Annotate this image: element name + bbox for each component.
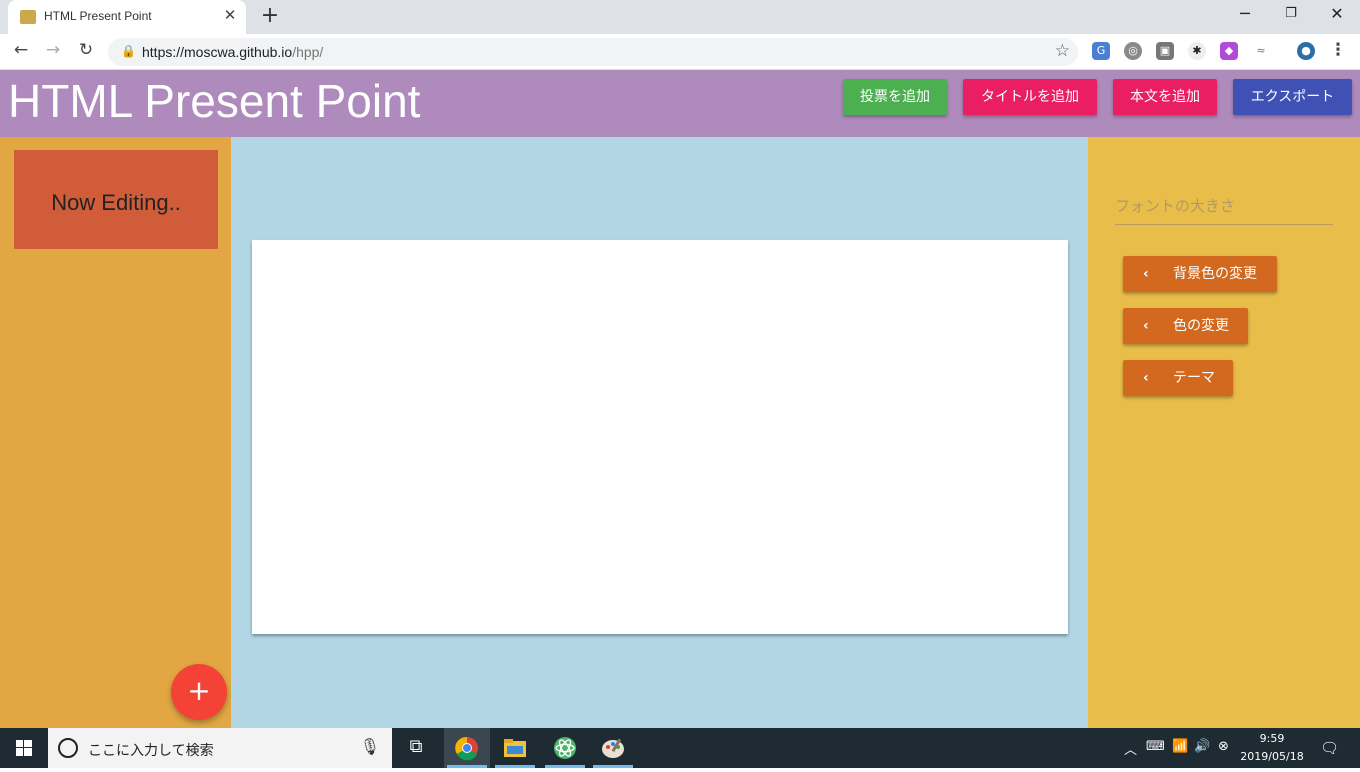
back-icon[interactable]: ← [9, 40, 33, 60]
minimize-icon[interactable]: ─ [1225, 4, 1265, 23]
network-icon[interactable]: 📶 [1172, 739, 1188, 754]
app-header: HTML Present Point 投票を追加 タイトルを追加 本文を追加 エ… [0, 70, 1360, 137]
windows-logo-icon [16, 740, 32, 756]
taskbar: ここに入力して検索 🎙 ⧉ ︿ ⌨ 📶 🔊 ⊗ 9:59 2019/05/18 … [0, 728, 1360, 768]
slide-canvas[interactable] [252, 240, 1068, 634]
add-slide-button[interactable]: + [171, 664, 227, 720]
browser-tab-bar: HTML Present Point ✕ + ─ ❐ ✕ [0, 0, 1360, 34]
font-size-input[interactable]: フォントの大きさ [1115, 189, 1333, 225]
properties-panel: フォントの大きさ ‹ 背景色の変更 ‹ 色の変更 ‹ テーマ [1088, 137, 1360, 728]
bookmark-star-icon[interactable]: ☆ [1055, 41, 1070, 61]
clock-time[interactable]: 9:59 [1242, 732, 1302, 745]
lock-icon: 🔒 [121, 44, 136, 58]
url-text: https://moscwa.github.io/hpp/ [142, 44, 323, 60]
discord-extension-icon[interactable]: ◎ [1124, 42, 1142, 60]
task-view-icon[interactable]: ⧉ [404, 736, 428, 760]
status-x-icon[interactable]: ⊗ [1218, 739, 1229, 754]
volume-icon[interactable]: 🔊 [1194, 739, 1210, 754]
window-close-icon[interactable]: ✕ [1317, 4, 1357, 23]
purple-extension-icon[interactable]: ◆ [1220, 42, 1238, 60]
font-size-placeholder: フォントの大きさ [1115, 197, 1236, 215]
taskbar-search-placeholder: ここに入力して検索 [88, 743, 214, 759]
file-explorer-icon[interactable] [503, 736, 527, 760]
atom-editor-icon[interactable] [553, 736, 577, 760]
chrome-taskbar-slot[interactable] [444, 728, 490, 768]
address-bar[interactable]: 🔒 https://moscwa.github.io/hpp/ ☆ [108, 38, 1078, 66]
url-path: /hpp/ [292, 44, 324, 60]
cortana-icon [58, 738, 78, 758]
chrome-icon [455, 736, 478, 761]
paint-icon[interactable] [601, 736, 625, 760]
menu-dots-icon[interactable]: ⋮ [1326, 40, 1350, 60]
new-tab-icon[interactable]: + [258, 3, 282, 28]
theme-button[interactable]: ‹ テーマ [1123, 360, 1233, 396]
paw-extension-icon[interactable]: ✱ [1188, 42, 1206, 60]
slide-thumbnail-label: Now Editing.. [51, 190, 181, 215]
ime-icon[interactable]: ⌨ [1146, 739, 1165, 754]
tab-title: HTML Present Point [44, 9, 152, 23]
reload-icon[interactable]: ↻ [74, 40, 98, 60]
theme-label: テーマ [1173, 370, 1215, 386]
editor-area [231, 137, 1088, 728]
translate-extension-icon[interactable]: G [1092, 42, 1110, 60]
clock-date[interactable]: 2019/05/18 [1238, 750, 1306, 763]
close-tab-icon[interactable]: ✕ [220, 6, 240, 24]
tool-extension-icon[interactable]: ≈ [1252, 42, 1270, 60]
action-center-icon[interactable]: 🗨 [1320, 739, 1339, 757]
chevron-left-icon: ‹ [1143, 370, 1149, 386]
add-body-button[interactable]: 本文を追加 [1113, 79, 1217, 115]
app-title: HTML Present Point [8, 75, 421, 127]
chevron-left-icon: ‹ [1143, 318, 1149, 334]
url-host: https://moscwa.github.io [142, 44, 293, 60]
change-background-color-button[interactable]: ‹ 背景色の変更 [1123, 256, 1277, 292]
add-vote-button[interactable]: 投票を追加 [843, 79, 947, 115]
add-title-button[interactable]: タイトルを追加 [963, 79, 1097, 115]
microphone-icon[interactable]: 🎙 [360, 737, 380, 756]
profile-avatar[interactable]: ● [1297, 42, 1315, 60]
slide-thumbnail[interactable]: Now Editing.. [14, 150, 218, 249]
slide-list-sidebar: Now Editing.. + [0, 137, 231, 728]
chevron-left-icon: ‹ [1143, 266, 1149, 282]
favicon-icon [20, 10, 36, 24]
change-color-label: 色の変更 [1173, 318, 1229, 334]
taskbar-search-box[interactable]: ここに入力して検索 🎙 [48, 728, 392, 768]
browser-tab[interactable]: HTML Present Point ✕ [8, 0, 246, 34]
show-hidden-icons-chevron[interactable]: ︿ [1124, 739, 1137, 758]
windows-start-button[interactable] [0, 728, 48, 768]
forward-icon[interactable]: → [41, 40, 65, 60]
change-background-color-label: 背景色の変更 [1173, 266, 1257, 282]
restore-icon[interactable]: ❐ [1271, 6, 1311, 21]
camera-extension-icon[interactable]: ▣ [1156, 42, 1174, 60]
export-button[interactable]: エクスポート [1233, 79, 1352, 115]
browser-toolbar: ← → ↻ 🔒 https://moscwa.github.io/hpp/ ☆ … [0, 34, 1360, 70]
change-color-button[interactable]: ‹ 色の変更 [1123, 308, 1248, 344]
